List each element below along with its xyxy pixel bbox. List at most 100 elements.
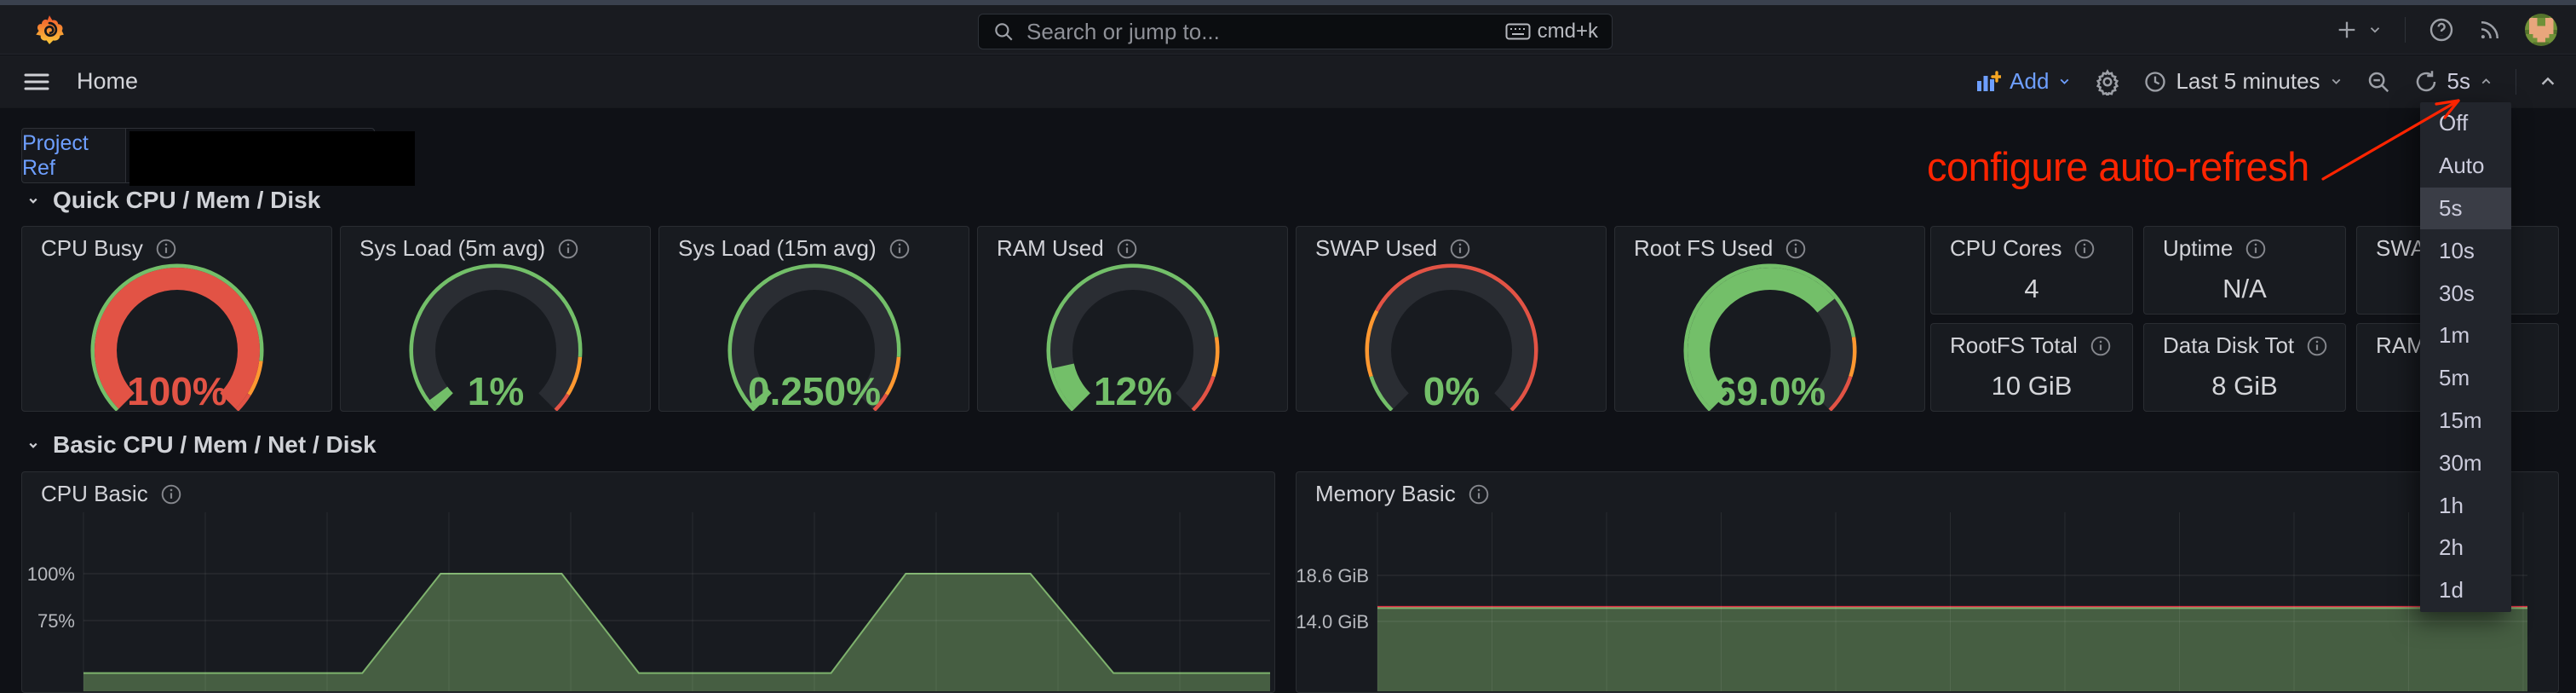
info-icon[interactable] — [888, 238, 911, 260]
info-icon[interactable] — [160, 483, 182, 505]
gauge-panel-cpu-busy-header[interactable]: CPU Busy — [22, 227, 331, 262]
row-header-basic[interactable]: Basic CPU / Mem / Net / Disk — [26, 431, 377, 459]
stat-panel-cpu-cores-title: CPU Cores — [1950, 235, 2061, 262]
info-icon[interactable] — [155, 238, 177, 260]
stat-panel-data-disk-tot: Data Disk Tot8 GiB — [2143, 323, 2346, 412]
time-range-picker[interactable]: Last 5 minutes — [2143, 68, 2343, 95]
gauge: 69.0% — [1615, 262, 1924, 412]
gauge-value: 1% — [467, 369, 523, 412]
chevron-down-icon — [2329, 74, 2343, 89]
refresh-icon[interactable] — [2413, 69, 2439, 95]
row-header-quick[interactable]: Quick CPU / Mem / Disk — [26, 187, 320, 214]
refresh-option-30m[interactable]: 30m — [2420, 442, 2511, 484]
add-panel-button[interactable]: Add — [1975, 68, 2072, 95]
info-icon[interactable] — [1116, 238, 1138, 260]
refresh-option-2h[interactable]: 2h — [2420, 527, 2511, 569]
gauge-panel-sys-load-5m-avg--header[interactable]: Sys Load (5m avg) — [341, 227, 650, 262]
info-icon[interactable] — [155, 238, 177, 260]
clock-icon — [2143, 70, 2167, 94]
news-rss-icon[interactable] — [2477, 17, 2503, 43]
collapse-toolbar-chevron-up-icon[interactable] — [2539, 72, 2557, 91]
stat-value: 4 — [1931, 274, 2132, 304]
gauge-value: 0% — [1423, 369, 1479, 412]
redacted-variable-value — [129, 131, 415, 186]
info-icon[interactable] — [1468, 483, 1490, 505]
zoom-out-icon[interactable] — [2366, 69, 2391, 95]
gauge-panel-ram-used-header[interactable]: RAM Used — [978, 227, 1287, 262]
breadcrumb-home[interactable]: Home — [77, 68, 138, 95]
gauge: 1% — [341, 262, 650, 412]
refresh-option-30s[interactable]: 30s — [2420, 272, 2511, 315]
stat-panel-rootfs-total-header[interactable]: RootFS Total — [1931, 324, 2132, 359]
gauge-panel-swap-used-header[interactable]: SWAP Used — [1297, 227, 1606, 262]
dashboard-settings-gear-icon[interactable] — [2094, 68, 2121, 95]
stat-panel-cpu-cores: CPU Cores 4 — [1930, 226, 2133, 315]
chart-cpu-basic[interactable]: 100%75% — [22, 512, 1274, 691]
info-icon[interactable] — [1785, 238, 1807, 260]
help-icon[interactable] — [2428, 16, 2455, 43]
gauge-value: 12% — [1093, 369, 1171, 412]
info-icon[interactable] — [2090, 335, 2112, 357]
gauge: 12% — [978, 262, 1287, 412]
dashboard-toolbar: Home Add — [0, 55, 2576, 108]
refresh-option-auto[interactable]: Auto — [2420, 145, 2511, 188]
info-icon[interactable] — [888, 238, 911, 260]
gauge-panel-sys-load-5m-avg--title: Sys Load (5m avg) — [359, 235, 545, 262]
keyboard-icon — [1505, 22, 1531, 41]
user-avatar[interactable] — [2525, 14, 2557, 46]
refresh-option-15m[interactable]: 15m — [2420, 400, 2511, 442]
chart-memory-basic[interactable]: 18.6 GiB14.0 GiB — [1297, 512, 2558, 691]
gauge-panel-cpu-busy-title: CPU Busy — [41, 235, 143, 262]
refresh-option-5m[interactable]: 5m — [2420, 357, 2511, 400]
refresh-option-1m[interactable]: 1m — [2420, 315, 2511, 357]
stat-panel-uptime-header[interactable]: Uptime — [2144, 227, 2345, 262]
gauge-value: 69.0% — [1714, 369, 1825, 412]
stat-panel-data-disk-tot-header[interactable]: Data Disk Tot — [2144, 324, 2345, 359]
new-button[interactable] — [2335, 18, 2383, 42]
gauge-panel-sys-load-15m-avg--header[interactable]: Sys Load (15m avg) — [659, 227, 969, 262]
info-icon[interactable] — [2306, 335, 2328, 357]
gauge: 0% — [1297, 262, 1606, 412]
info-icon[interactable] — [1116, 238, 1138, 260]
y-axis-tick-label: 100% — [27, 563, 75, 585]
info-icon[interactable] — [557, 238, 579, 260]
info-icon[interactable] — [2245, 238, 2267, 260]
info-icon[interactable] — [2073, 238, 2096, 260]
global-search-box[interactable]: cmd+k — [978, 14, 1613, 49]
chart-panel-memory-basic: Memory Basic 18.6 GiB14.0 GiB — [1296, 471, 2559, 693]
refresh-button-group[interactable]: 5s — [2413, 68, 2493, 95]
refresh-option-off[interactable]: Off — [2420, 102, 2511, 145]
info-icon[interactable] — [1449, 238, 1471, 260]
info-icon[interactable] — [2245, 238, 2267, 260]
gauge-value: 100% — [127, 369, 227, 412]
refresh-interval-value[interactable]: 5s — [2447, 68, 2470, 95]
menu-hamburger-icon[interactable] — [24, 72, 49, 92]
info-icon[interactable] — [2306, 335, 2328, 357]
chart-panel-memory-basic-header[interactable]: Memory Basic — [1297, 472, 2558, 507]
variable-label-project-ref: Project Ref — [21, 128, 126, 183]
refresh-option-1h[interactable]: 1h — [2420, 484, 2511, 527]
gauge-panel-root-fs-used-header[interactable]: Root FS Used — [1615, 227, 1924, 262]
gauge-panel-root-fs-used-title: Root FS Used — [1634, 235, 1773, 262]
info-icon[interactable] — [557, 238, 579, 260]
info-icon[interactable] — [2073, 238, 2096, 260]
grafana-logo-icon[interactable] — [34, 14, 65, 45]
chart-panel-cpu-basic-header[interactable]: CPU Basic — [22, 472, 1274, 507]
row-collapse-caret-icon — [26, 437, 41, 453]
info-icon[interactable] — [1785, 238, 1807, 260]
refresh-option-10s[interactable]: 10s — [2420, 229, 2511, 272]
y-axis-tick-label: 14.0 GiB — [1297, 611, 1369, 632]
stat-panel-cpu-cores-header[interactable]: CPU Cores — [1931, 227, 2132, 262]
refresh-option-1d[interactable]: 1d — [2420, 569, 2511, 612]
refresh-option-5s[interactable]: 5s — [2420, 188, 2511, 230]
gauge-panel-swap-used: SWAP Used 0% — [1296, 226, 1607, 412]
search-input[interactable] — [1025, 18, 1495, 46]
info-icon[interactable] — [1468, 483, 1490, 505]
top-nav-bar: cmd+k — [0, 5, 2576, 55]
info-icon[interactable] — [2090, 335, 2112, 357]
stat-panel-uptime: UptimeN/A — [2143, 226, 2346, 315]
plus-icon — [2335, 18, 2359, 42]
info-icon[interactable] — [1449, 238, 1471, 260]
info-icon[interactable] — [160, 483, 182, 505]
chart-panel-memory-basic-title: Memory Basic — [1315, 481, 1456, 507]
